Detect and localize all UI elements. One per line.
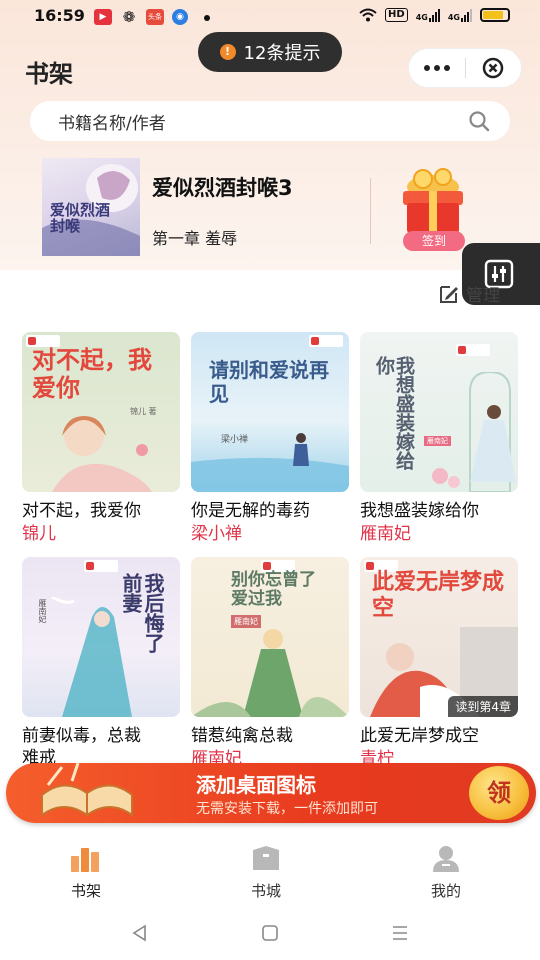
hd-badge: HD xyxy=(385,8,408,22)
cover-illustration xyxy=(191,629,349,717)
claim-button[interactable]: 领 xyxy=(469,766,529,820)
banner-subtitle: 无需安装下载，一件添加即可 xyxy=(196,801,378,817)
alert-icon: ! xyxy=(219,44,236,60)
back-icon[interactable] xyxy=(130,923,150,943)
wechat-icon: ❁ xyxy=(122,8,136,26)
gift-box-icon[interactable] xyxy=(393,165,473,237)
more-button[interactable] xyxy=(409,65,465,71)
signin-button[interactable]: 签到 xyxy=(403,231,465,251)
bottom-tab-bar: 书架 书城 我的 xyxy=(0,830,540,900)
book-cover[interactable]: 对不起，我爱你 锦儿 著 xyxy=(22,332,180,492)
book-title: 错惹纯禽总裁 xyxy=(191,726,293,746)
signal-2-icon: 4G xyxy=(447,8,472,22)
browser-icon: ◉ xyxy=(172,9,188,25)
edit-icon xyxy=(440,285,458,303)
battery-icon xyxy=(480,8,510,22)
book-cover[interactable]: 我后悔了前妻 雁南妃 xyxy=(22,557,180,717)
book-card[interactable]: 我想盛装嫁给你 雁南妃 我想盛装嫁给你 雁南妃 xyxy=(360,332,520,546)
book-card[interactable]: 对不起，我爱你 锦儿 著 对不起，我爱你 锦儿 xyxy=(22,332,182,546)
notification-toast[interactable]: ! 12条提示 xyxy=(198,32,342,72)
status-time: 16:59 xyxy=(34,6,85,25)
book-card[interactable]: 别你忘曾了爱过我 雁南妃 错惹纯禽总裁 雁南妃 xyxy=(191,557,351,771)
book-title: 你是无解的毒药 xyxy=(191,501,310,521)
mini-program-capsule xyxy=(408,48,522,88)
news-app-icon: 头条 xyxy=(146,9,164,25)
notification-dot-icon xyxy=(204,15,210,21)
menu-icon[interactable] xyxy=(390,923,410,943)
signal-1-label: 4G xyxy=(415,12,428,22)
bookshelf-icon xyxy=(71,848,99,872)
book-title-line1: 前妻似毒，总裁 xyxy=(22,726,141,746)
cover-title: 别你忘曾了爱过我 xyxy=(231,570,316,609)
manage-link[interactable]: 管理 xyxy=(438,281,500,306)
close-button[interactable] xyxy=(466,57,521,79)
book-cover[interactable]: 请别和爱说再见 梁小禅 xyxy=(191,332,349,492)
page-title: 书架 xyxy=(25,60,73,88)
status-right: HD 4G 4G xyxy=(359,8,510,22)
cover-author: 雁南妃 xyxy=(424,436,451,446)
cover-illustration xyxy=(51,597,132,717)
recent-divider xyxy=(370,178,371,244)
search-input[interactable]: 书籍名称/作者 xyxy=(58,109,468,134)
tab-profile[interactable]: 我的 xyxy=(406,844,486,901)
status-bar: 16:59 ▶ ❁ 头条 ◉ HD 4G 4G xyxy=(0,0,540,34)
recent-book-chapter: 第一章 羞辱 xyxy=(152,229,238,248)
cover-title: 对不起，我爱你 xyxy=(32,345,152,402)
manage-label: 管理 xyxy=(466,286,500,306)
system-nav-bar xyxy=(0,905,540,960)
add-desktop-banner[interactable]: 添加桌面图标 无需安装下载，一件添加即可 领 xyxy=(6,762,536,823)
search-bar[interactable]: 书籍名称/作者 xyxy=(30,101,510,141)
close-icon xyxy=(483,57,504,79)
battery-fill xyxy=(483,11,504,19)
tab-bookshelf[interactable]: 书架 xyxy=(46,844,126,901)
recent-book-title[interactable]: 爱似烈酒封喉3 xyxy=(152,172,293,202)
profile-icon xyxy=(433,846,459,872)
tab-label: 我的 xyxy=(430,882,461,900)
recent-book-cover[interactable]: 爱似烈酒封喉 xyxy=(42,158,140,256)
video-app-icon: ▶ xyxy=(94,9,112,25)
book-author: 雁南妃 xyxy=(360,524,411,544)
cover-title: 请别和爱说再见 xyxy=(209,358,329,406)
publisher-logo xyxy=(309,335,343,347)
tab-label: 书城 xyxy=(250,882,281,900)
book-card[interactable]: 我后悔了前妻 雁南妃 前妻似毒，总裁 难戒 xyxy=(22,557,182,769)
book-author: 梁小禅 xyxy=(191,524,242,544)
cover-illustration xyxy=(432,372,516,492)
book-title: 此爱无岸梦成空 xyxy=(360,726,479,746)
signal-2-label: 4G xyxy=(447,12,460,22)
open-book-icon xyxy=(41,762,133,817)
tab-label: 书架 xyxy=(70,882,101,900)
banner-title: 添加桌面图标 xyxy=(196,773,316,797)
cover-title: 此爱无岸梦成空 xyxy=(372,569,505,621)
read-progress-tag: 读到第4章 xyxy=(448,696,518,717)
book-title: 对不起，我爱你 xyxy=(22,501,141,521)
signal-1-icon: 4G xyxy=(415,8,440,22)
publisher-logo xyxy=(84,560,118,572)
recent-cover-title: 爱似烈酒封喉 xyxy=(50,201,111,235)
bookstore-icon xyxy=(253,846,279,870)
cover-author: 锦儿 著 xyxy=(130,407,157,416)
cover-illustration xyxy=(52,416,152,492)
book-cover[interactable]: 别你忘曾了爱过我 雁南妃 xyxy=(191,557,349,717)
book-cover[interactable]: 我想盛装嫁给你 雁南妃 xyxy=(360,332,518,492)
toast-text: 12条提示 xyxy=(243,43,321,64)
publisher-logo xyxy=(456,344,490,356)
wifi-icon xyxy=(359,8,377,22)
book-title: 我想盛装嫁给你 xyxy=(360,501,479,521)
cover-illustration xyxy=(191,433,349,492)
tab-bookstore[interactable]: 书城 xyxy=(226,844,306,901)
cover-title: 我想盛装嫁给你 xyxy=(373,356,415,470)
book-author: 锦儿 xyxy=(22,524,56,544)
search-icon[interactable] xyxy=(468,110,490,132)
book-cover[interactable]: 此爱无岸梦成空 读到第4章 xyxy=(360,557,518,717)
book-card[interactable]: 此爱无岸梦成空 读到第4章 此爱无岸梦成空 青柠 xyxy=(360,557,520,771)
home-icon[interactable] xyxy=(260,923,280,943)
book-card[interactable]: 请别和爱说再见 梁小禅 你是无解的毒药 梁小禅 xyxy=(191,332,351,546)
